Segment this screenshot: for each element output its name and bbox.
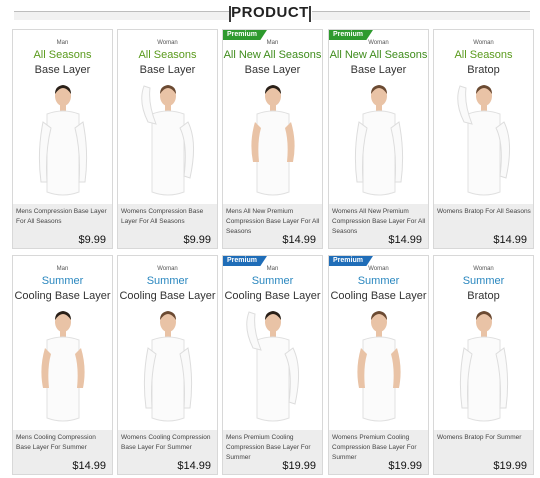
model-photo <box>454 82 514 204</box>
product-type-label: Bratop <box>467 64 500 76</box>
gender-label: Woman <box>157 266 178 272</box>
product-name-link[interactable]: Womens Compression Base Layer For All Se… <box>121 207 216 227</box>
product-image[interactable]: Premium Man All New All Seasons Base Layer <box>223 30 322 204</box>
product-price: $14.99 <box>493 234 527 246</box>
product-type-label: Cooling Base Layer <box>14 290 111 302</box>
product-price: $9.99 <box>78 234 106 246</box>
product-price: $14.99 <box>72 460 106 472</box>
product-type-label: Base Layer <box>34 64 91 76</box>
product-image[interactable]: Premium Woman All New All Seasons Base Laye… <box>329 30 428 204</box>
product-image[interactable]: Man Summer Cooling Base Layer <box>13 256 112 430</box>
header-cap-right <box>309 6 311 22</box>
product-image[interactable]: Man All Seasons Base Layer <box>13 30 112 204</box>
product-name-link[interactable]: Womens Premium Cooling Compression Base … <box>332 433 427 463</box>
product-name-link[interactable]: Mens All New Premium Compression Base La… <box>226 207 321 237</box>
header-rule-left <box>14 11 230 20</box>
product-type-label: Cooling Base Layer <box>330 290 427 302</box>
product-type-label: Cooling Base Layer <box>224 290 321 302</box>
product-price: $14.99 <box>388 234 422 246</box>
model-photo <box>33 82 93 204</box>
header-line-left <box>14 11 230 12</box>
product-grid: Man All Seasons Base Layer Mens Compression… <box>12 29 534 475</box>
product-season-label: Summer <box>462 275 505 287</box>
product-card[interactable]: Premium Man All New All Seasons Base Layer M… <box>222 29 323 249</box>
product-image[interactable]: Premium Man Summer Cooling Base Layer <box>223 256 322 430</box>
gender-label: Woman <box>157 40 178 46</box>
product-name-link[interactable]: Womens All New Premium Compression Base … <box>332 207 427 237</box>
model-photo <box>454 308 514 430</box>
gender-label: Man <box>266 40 279 46</box>
product-type-label: Base Layer <box>244 64 301 76</box>
product-season-label: All Seasons <box>454 49 513 61</box>
product-price: $19.99 <box>388 460 422 472</box>
product-image[interactable]: Woman Summer Bratop <box>434 256 533 430</box>
header-rule-right <box>312 11 530 20</box>
model-photo <box>349 308 409 430</box>
product-type-label: Cooling Base Layer <box>119 290 216 302</box>
premium-badge: Premium <box>329 256 373 266</box>
product-card[interactable]: Woman All Seasons Base Layer Womens Compres… <box>117 29 218 249</box>
gender-label: Man <box>56 266 69 272</box>
model-photo <box>243 308 303 430</box>
product-image[interactable]: Premium Woman Summer Cooling Base Layer <box>329 256 428 430</box>
product-card[interactable]: Woman Summer Bratop Womens Bratop For Summe… <box>433 255 534 475</box>
product-name-link[interactable]: Womens Bratop For Summer <box>437 433 532 443</box>
product-card[interactable]: Premium Man Summer Cooling Base Layer Mens P… <box>222 255 323 475</box>
model-photo <box>138 308 198 430</box>
product-type-label: Base Layer <box>139 64 196 76</box>
product-season-label: Summer <box>41 275 84 287</box>
gender-label: Woman <box>368 266 389 272</box>
product-card[interactable]: Woman All Seasons Bratop Womens Bratop For … <box>433 29 534 249</box>
product-name-link[interactable]: Womens Bratop For All Seasons <box>437 207 532 217</box>
product-price: $19.99 <box>282 460 316 472</box>
product-image[interactable]: Woman All Seasons Bratop <box>434 30 533 204</box>
product-name-link[interactable]: Mens Compression Base Layer For All Seas… <box>16 207 111 227</box>
product-season-label: Summer <box>357 275 400 287</box>
premium-badge: Premium <box>223 30 267 40</box>
premium-badge: Premium <box>329 30 373 40</box>
product-type-label: Base Layer <box>350 64 407 76</box>
gender-label: Woman <box>473 266 494 272</box>
product-price: $14.99 <box>177 460 211 472</box>
model-photo <box>349 82 409 204</box>
gender-label: Woman <box>368 40 389 46</box>
product-price: $14.99 <box>282 234 316 246</box>
gender-label: Man <box>56 40 69 46</box>
product-card[interactable]: Man Summer Cooling Base Layer Mens Cooling … <box>12 255 113 475</box>
product-card[interactable]: Man All Seasons Base Layer Mens Compression… <box>12 29 113 249</box>
gender-label: Woman <box>473 40 494 46</box>
product-season-label: All New All Seasons <box>223 49 322 61</box>
product-price: $9.99 <box>183 234 211 246</box>
product-image[interactable]: Woman Summer Cooling Base Layer <box>118 256 217 430</box>
product-season-label: Summer <box>146 275 189 287</box>
header-line-right <box>312 11 530 12</box>
product-season-label: All Seasons <box>33 49 92 61</box>
product-image[interactable]: Woman All Seasons Base Layer <box>118 30 217 204</box>
product-card[interactable]: Woman Summer Cooling Base Layer Womens Cool… <box>117 255 218 475</box>
product-card[interactable]: Premium Woman All New All Seasons Base Laye… <box>328 29 429 249</box>
premium-badge: Premium <box>223 256 267 266</box>
model-photo <box>243 82 303 204</box>
section-header: PRODUCT <box>0 0 540 24</box>
product-name-link[interactable]: Mens Premium Cooling Compression Base La… <box>226 433 321 463</box>
model-photo <box>33 308 93 430</box>
product-type-label: Bratop <box>467 290 500 302</box>
product-card[interactable]: Premium Woman Summer Cooling Base Layer Wome… <box>328 255 429 475</box>
product-season-label: Summer <box>251 275 294 287</box>
model-photo <box>138 82 198 204</box>
product-price: $19.99 <box>493 460 527 472</box>
gender-label: Man <box>266 266 279 272</box>
product-season-label: All New All Seasons <box>329 49 428 61</box>
product-name-link[interactable]: Womens Cooling Compression Base Layer Fo… <box>121 433 216 453</box>
page-title: PRODUCT <box>231 4 309 21</box>
product-season-label: All Seasons <box>138 49 197 61</box>
product-name-link[interactable]: Mens Cooling Compression Base Layer For … <box>16 433 111 453</box>
